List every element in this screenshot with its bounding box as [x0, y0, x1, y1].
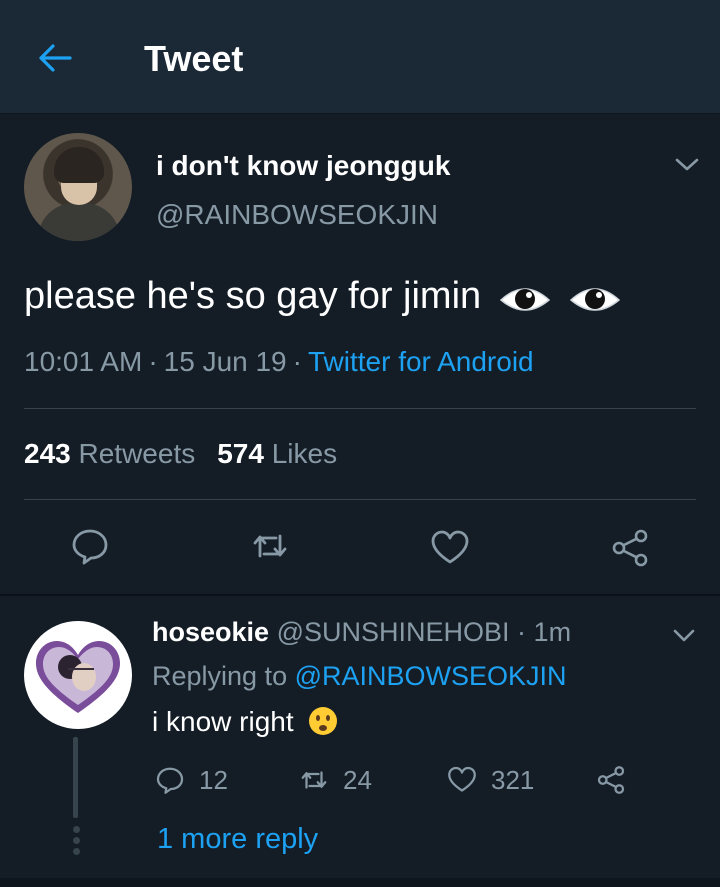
retweets-stat[interactable]: 243 Retweets	[24, 438, 195, 469]
eye-icon	[570, 288, 621, 311]
reply-count: 12	[199, 764, 228, 795]
chevron-down-icon[interactable]	[672, 627, 696, 645]
like-count: 321	[491, 764, 535, 795]
thread-line	[73, 737, 78, 818]
share-icon	[597, 766, 625, 794]
chevron-down-icon[interactable]	[674, 155, 700, 175]
page-title: Tweet	[144, 38, 244, 79]
like-action[interactable]: 321	[447, 763, 534, 797]
tweet-stats: 243 Retweets 574 Likes	[24, 438, 337, 470]
reply-author-avatar[interactable]	[24, 621, 132, 729]
author-handle[interactable]: @RAINBOWSEOKJIN	[156, 199, 438, 231]
replying-to-mention[interactable]: @RAINBOWSEOKJIN	[295, 661, 567, 691]
replying-to-line: Replying to @RAINBOWSEOKJIN	[152, 661, 567, 692]
reply-text: i know right	[152, 705, 339, 738]
like-icon[interactable]	[430, 528, 470, 568]
reply-action[interactable]: 12	[155, 763, 228, 797]
reply-icon[interactable]	[70, 526, 110, 566]
author-display-name[interactable]: i don't know jeongguk	[156, 150, 450, 182]
tweet-time: 10:01 AM	[24, 346, 143, 377]
tweet-text: please he's so gay for jimin	[24, 275, 622, 326]
retweet-count: 243	[24, 438, 71, 469]
divider	[24, 499, 696, 500]
tweet-source-link[interactable]: Twitter for Android	[308, 346, 534, 377]
reply-time: 1m	[533, 617, 572, 647]
tweet-detail-screen: Tweet i don't know jeongguk @RAINBOWSEOK…	[0, 0, 720, 887]
retweet-action[interactable]: 24	[299, 763, 372, 797]
likes-label: Likes	[271, 438, 338, 469]
retweets-label: Retweets	[78, 438, 196, 469]
top-app-bar: Tweet	[0, 0, 720, 114]
reply-display-name[interactable]: hoseokie	[152, 617, 269, 647]
author-avatar[interactable]	[24, 133, 132, 241]
share-icon[interactable]	[610, 528, 650, 568]
tweet-body: please he's so gay for jimin	[24, 275, 482, 317]
reply-handle[interactable]: @SUNSHINEHOBI	[277, 617, 510, 647]
thread-dots	[71, 826, 81, 859]
share-action[interactable]	[596, 763, 626, 797]
reply-separator: ·	[517, 617, 527, 647]
like-icon	[448, 766, 476, 792]
more-replies-link[interactable]: 1 more reply	[157, 823, 318, 856]
retweet-icon[interactable]	[250, 526, 290, 566]
reply-body: i know right	[152, 706, 294, 737]
tweet-meta: 10:01 AM · 15 Jun 19 · Twitter for Android	[24, 346, 534, 378]
section-separator	[0, 594, 720, 596]
divider	[24, 408, 696, 409]
reply-header: hoseokie @SUNSHINEHOBI · 1m	[152, 617, 571, 648]
arrow-left-icon[interactable]	[37, 42, 73, 74]
eye-icon	[499, 288, 550, 311]
retweet-count: 24	[343, 764, 372, 795]
frowning-face-icon	[309, 707, 338, 735]
likes-stat[interactable]: 574 Likes	[217, 438, 337, 469]
tweet-date: 15 Jun 19	[163, 346, 287, 377]
bottom-edge	[0, 878, 720, 887]
meta-separator: ·	[292, 346, 302, 377]
reply-icon	[156, 767, 184, 794]
like-count: 574	[217, 438, 264, 469]
retweet-icon	[301, 771, 327, 789]
meta-separator: ·	[148, 346, 158, 377]
replying-to-label: Replying to	[152, 661, 288, 691]
